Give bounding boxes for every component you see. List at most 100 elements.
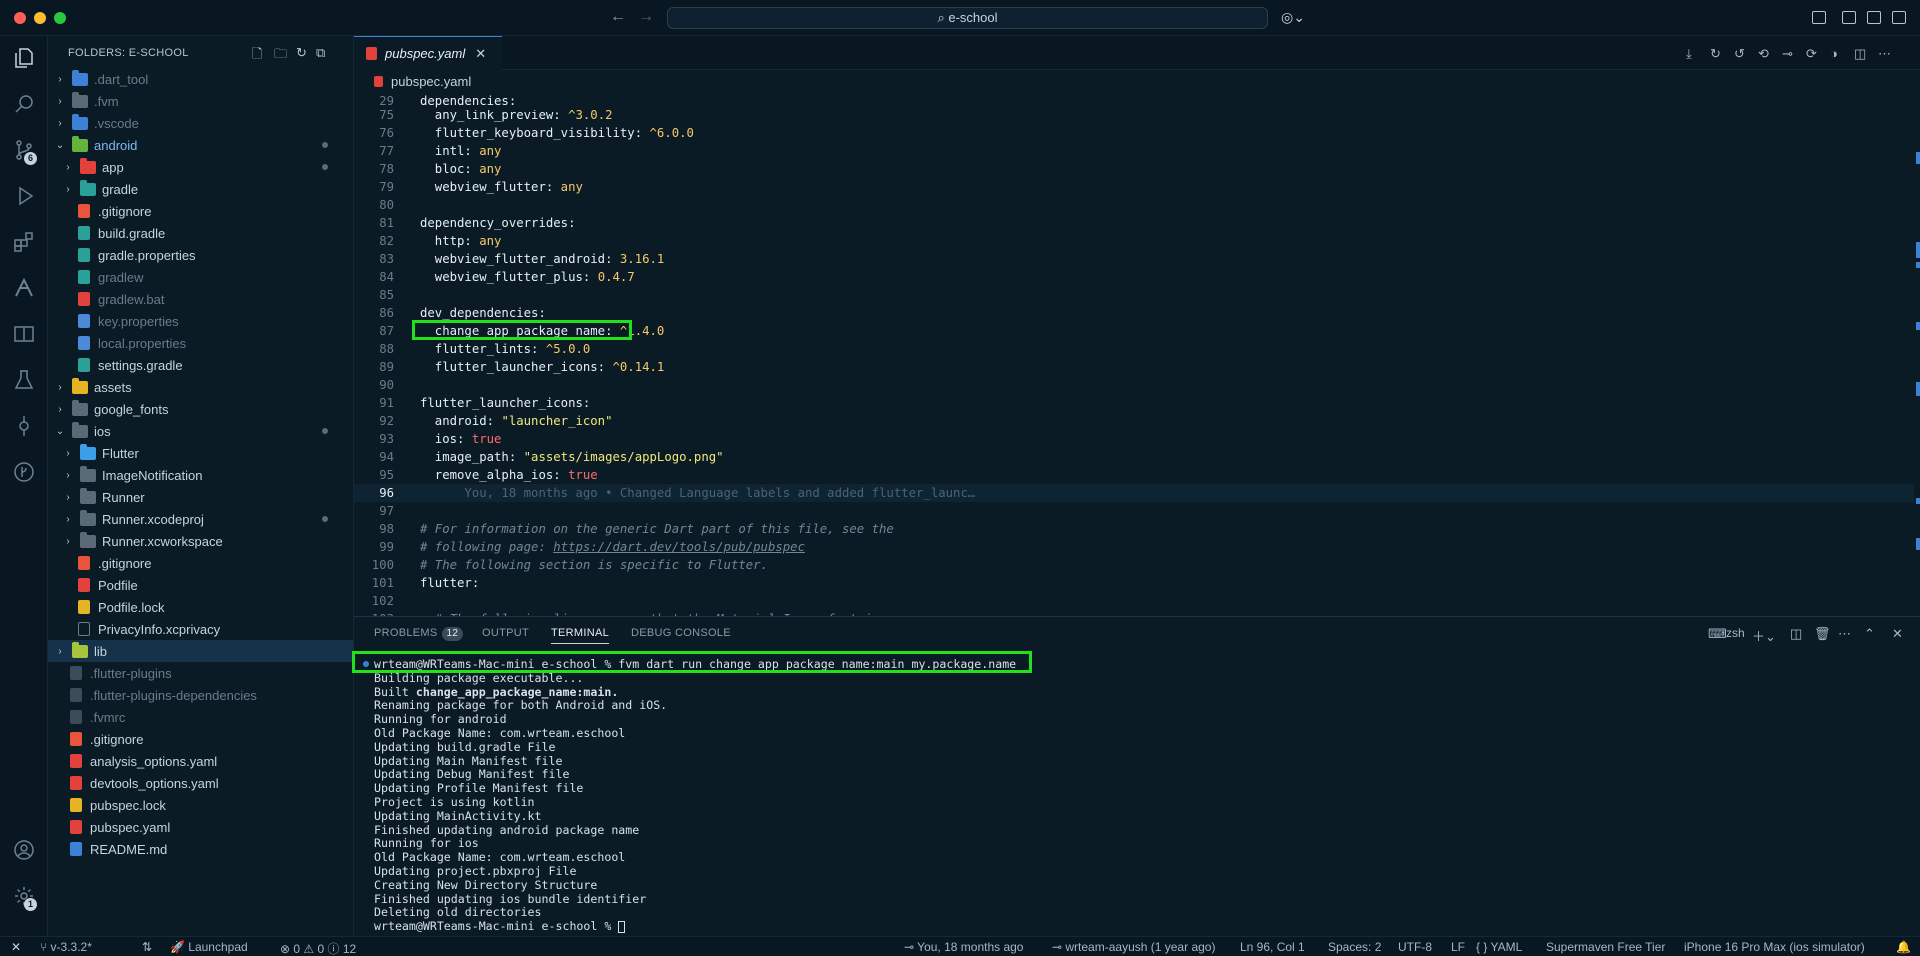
close-tab-icon[interactable]: ✕ <box>475 46 486 62</box>
sync-icon[interactable]: ⇅ <box>142 940 152 954</box>
customize-layout-icon[interactable] <box>1892 11 1906 24</box>
code-line[interactable]: 90 <box>354 376 1914 394</box>
download-icon[interactable]: ⤓ <box>1686 46 1692 62</box>
chevron-right-icon[interactable]: › <box>62 536 74 547</box>
branch-status[interactable]: ⑂ v-3.3.2* <box>40 940 92 954</box>
run-debug-icon[interactable] <box>10 182 38 210</box>
tree-item[interactable]: pubspec.lock <box>48 794 353 816</box>
tree-item[interactable]: › app <box>48 156 353 178</box>
device-status[interactable]: iPhone 16 Pro Max (ios simulator) <box>1684 940 1865 954</box>
tree-item[interactable]: › ImageNotification <box>48 464 353 486</box>
git-commit-icon[interactable] <box>10 412 38 440</box>
maximize-panel-icon[interactable]: ⌃ <box>1864 626 1875 642</box>
tree-item[interactable]: ⌄ ios <box>48 420 353 442</box>
new-file-icon[interactable]: 🗋 <box>252 45 263 67</box>
tab-pubspec-yaml[interactable]: pubspec.yaml ✕ <box>354 36 502 70</box>
tree-item[interactable]: gradlew <box>48 266 353 288</box>
tree-item[interactable]: › Runner.xcodeproj <box>48 508 353 530</box>
tree-item[interactable]: › lib <box>48 640 353 662</box>
source-control-icon[interactable]: 6 <box>10 136 38 165</box>
maximize-window-button[interactable] <box>54 12 66 24</box>
chevron-down-icon[interactable]: ⌄ <box>54 140 66 151</box>
tree-item[interactable]: key.properties <box>48 310 353 332</box>
git-back-icon[interactable]: ⟲ <box>1758 46 1769 62</box>
split-terminal-icon[interactable]: ◫ <box>1790 626 1802 642</box>
forward-arrow-icon[interactable]: → <box>638 8 654 26</box>
tree-item[interactable]: › Runner.xcworkspace <box>48 530 353 552</box>
manage-gear-icon[interactable]: 1 <box>10 882 38 911</box>
code-line[interactable]: 97 <box>354 502 1914 520</box>
account-icon[interactable] <box>10 836 38 864</box>
tree-item[interactable]: .gitignore <box>48 552 353 574</box>
language-mode[interactable]: { } YAML <box>1476 940 1522 954</box>
git-forward-icon[interactable]: ⟳ <box>1806 46 1817 62</box>
sticky-scroll-line[interactable]: 29 dependencies: <box>354 92 1914 110</box>
command-center-search[interactable]: ⌕ e-school <box>667 7 1268 29</box>
panel-tab-debug-console[interactable]: DEBUG CONSOLE <box>631 627 731 639</box>
tree-item[interactable]: › .vscode <box>48 112 353 134</box>
tree-item[interactable]: › .dart_tool <box>48 68 353 90</box>
chevron-right-icon[interactable]: › <box>54 74 66 85</box>
chevron-right-icon[interactable]: › <box>62 184 74 195</box>
code-line[interactable]: 83 webview_flutter_android: 3.16.1 <box>354 250 1914 268</box>
tree-item[interactable]: Podfile.lock <box>48 596 353 618</box>
chevron-right-icon[interactable]: › <box>62 448 74 459</box>
refresh-icon[interactable]: ↻ <box>296 45 307 61</box>
tree-item[interactable]: README.md <box>48 838 353 860</box>
encoding-status[interactable]: UTF-8 <box>1398 940 1432 954</box>
panel-tab-output[interactable]: OUTPUT <box>482 627 529 639</box>
code-line[interactable]: 95 remove_alpha_ios: true <box>354 466 1914 484</box>
code-line[interactable]: 91 flutter_launcher_icons: <box>354 394 1914 412</box>
breadcrumb[interactable]: pubspec.yaml <box>354 70 1920 92</box>
tree-item[interactable]: devtools_options.yaml <box>48 772 353 794</box>
chevron-right-icon[interactable]: › <box>62 470 74 481</box>
indentation-status[interactable]: Spaces: 2 <box>1328 940 1381 954</box>
tree-item[interactable]: gradlew.bat <box>48 288 353 310</box>
code-line[interactable]: 76 flutter_keyboard_visibility: ^6.0.0 <box>354 124 1914 142</box>
code-line[interactable]: 96 You, 18 months ago • Changed Language… <box>354 484 1914 502</box>
tree-item[interactable]: .gitignore <box>48 728 353 750</box>
kill-terminal-icon[interactable]: 🗑 <box>1814 626 1831 642</box>
tree-item[interactable]: build.gradle <box>48 222 353 244</box>
toggle-secondary-sidebar-icon[interactable] <box>1867 11 1881 24</box>
tree-item[interactable]: › Runner <box>48 486 353 508</box>
cursor-position[interactable]: Ln 96, Col 1 <box>1240 940 1305 954</box>
close-window-button[interactable] <box>14 12 26 24</box>
tree-item[interactable]: Podfile <box>48 574 353 596</box>
code-line[interactable]: 98 # For information on the generic Dart … <box>354 520 1914 538</box>
notifications-bell-icon[interactable]: 🔔 <box>1896 940 1911 954</box>
extensions-icon[interactable] <box>10 228 38 256</box>
code-line[interactable]: 80 <box>354 196 1914 214</box>
tree-item[interactable]: ⌄ android <box>48 134 353 156</box>
tree-item[interactable]: pubspec.yaml <box>48 816 353 838</box>
code-line[interactable]: 88 flutter_lints: ^5.0.0 <box>354 340 1914 358</box>
toggle-panel-icon[interactable] <box>1842 11 1856 24</box>
problems-status[interactable]: ⊗ 0 ⚠ 0 ⓘ 12 <box>280 940 356 956</box>
search-icon[interactable] <box>10 90 38 118</box>
shell-name[interactable]: zsh <box>1726 626 1745 640</box>
more-actions-icon[interactable]: ⋯ <box>1838 626 1851 642</box>
tree-item[interactable]: › .fvm <box>48 90 353 112</box>
copilot-icon[interactable]: ◎⌄ <box>1281 9 1305 26</box>
code-line[interactable]: 92 android: "launcher_icon" <box>354 412 1914 430</box>
git-commit-icon[interactable]: ⊸ <box>1782 46 1793 62</box>
code-line[interactable]: 94 image_path: "assets/images/appLogo.pn… <box>354 448 1914 466</box>
chevron-down-icon[interactable]: ⌄ <box>54 426 66 437</box>
tree-item[interactable]: .flutter-plugins-dependencies <box>48 684 353 706</box>
more-actions-icon[interactable]: ⋯ <box>1878 46 1891 62</box>
chevron-right-icon[interactable]: › <box>62 162 74 173</box>
code-line[interactable]: 79 webview_flutter: any <box>354 178 1914 196</box>
breadcrumb-file[interactable]: pubspec.yaml <box>391 74 471 89</box>
tree-item[interactable]: .fvmrc <box>48 706 353 728</box>
explorer-icon[interactable] <box>10 44 38 72</box>
code-line[interactable]: 93 ios: true <box>354 430 1914 448</box>
code-line[interactable]: 82 http: any <box>354 232 1914 250</box>
code-line[interactable]: 100 # The following section is specific t… <box>354 556 1914 574</box>
tree-item[interactable]: local.properties <box>48 332 353 354</box>
code-line[interactable]: 81 dependency_overrides: <box>354 214 1914 232</box>
panel-tab-problems[interactable]: PROBLEMS 12 <box>374 627 464 641</box>
tree-item[interactable]: settings.gradle <box>48 354 353 376</box>
minimize-window-button[interactable] <box>34 12 46 24</box>
tree-item[interactable]: › gradle <box>48 178 353 200</box>
close-panel-icon[interactable]: ✕ <box>1892 626 1903 642</box>
